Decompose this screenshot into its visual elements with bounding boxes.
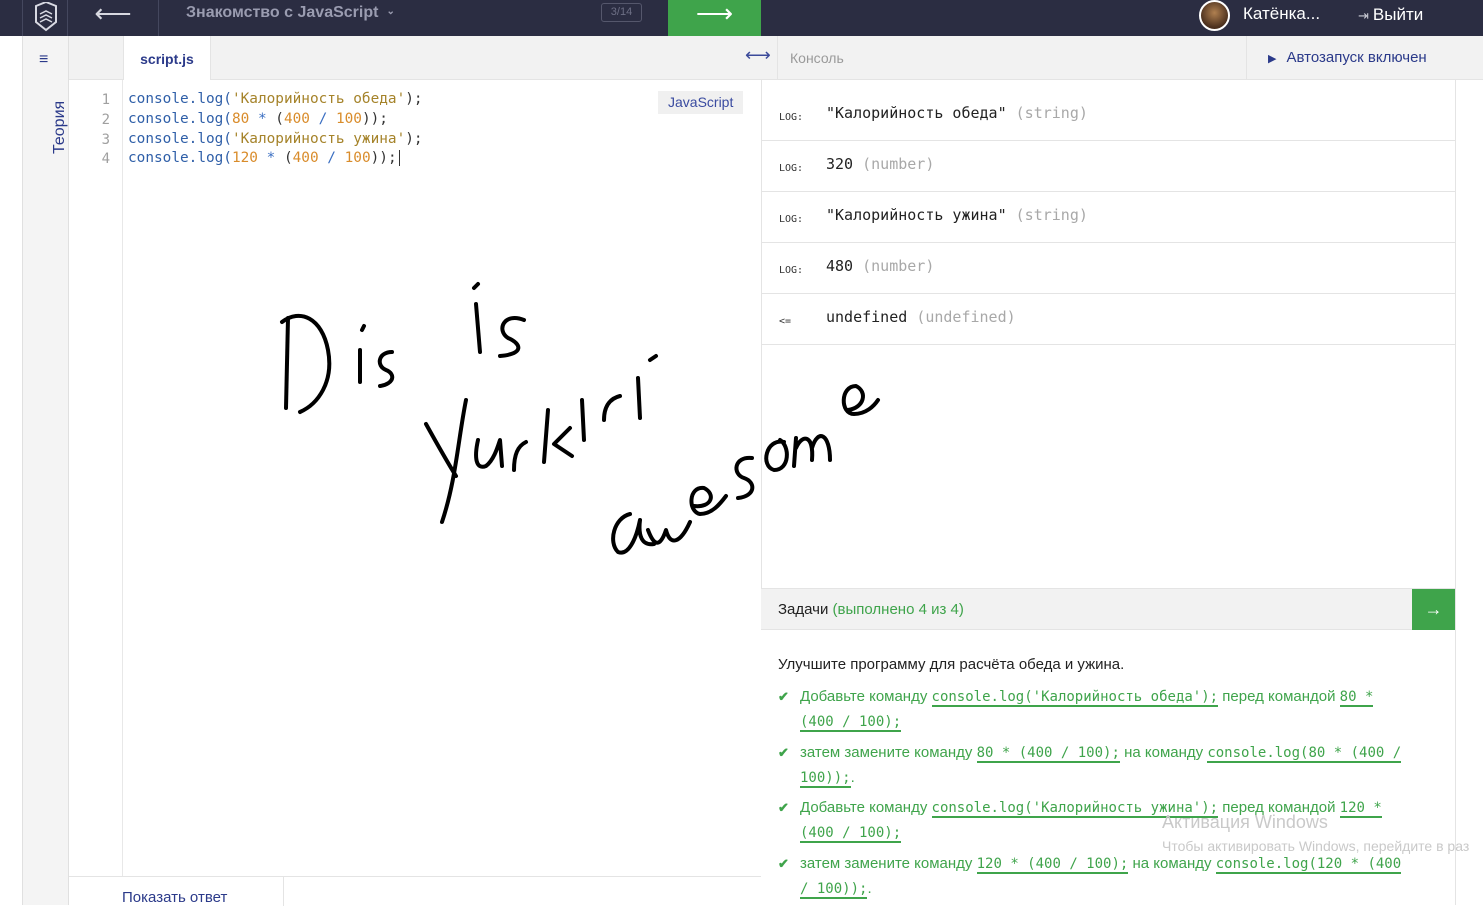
console-output: LOG: "Калорийность обеда" (string) LOG: … [761, 80, 1456, 588]
log-value: undefined (undefined) [826, 308, 1016, 326]
log-value: 320 (number) [826, 155, 935, 173]
autorun-toggle[interactable]: ▶ Автозапуск включен [1246, 36, 1427, 80]
resize-panels-icon[interactable]: ⟷ [745, 45, 775, 66]
log-kind: <= [779, 316, 792, 327]
code-line[interactable]: console.log('Калорийность обеда'); [128, 91, 423, 107]
console-row: LOG: 320 (number) [762, 141, 1456, 192]
log-kind: LOG: [779, 163, 804, 174]
tasks-intro: Улучшите программу для расчёта обеда и у… [778, 656, 1125, 673]
top-bar: ⟵ Знакомство с JavaScript ⌄ 3/14 ⟶ Катёнк… [0, 0, 1483, 36]
arrow-right-icon: → [1424, 599, 1443, 619]
console-row: <= undefined (undefined) [762, 294, 1456, 345]
log-value: 480 (number) [826, 257, 935, 275]
tasks-body: Улучшите программу для расчёта обеда и у… [761, 630, 1455, 905]
watermark-text: Чтобы активировать Windows, перейдите в … [1162, 838, 1470, 854]
logout-label: Выйти [1372, 5, 1424, 24]
avatar [1199, 0, 1230, 31]
log-kind: LOG: [779, 214, 804, 225]
watermark-title: Активация Windows [1162, 812, 1328, 832]
task-item: ✔ затем замените команду 120 * (400 / 10… [778, 852, 1418, 901]
show-answer-button[interactable]: Показать ответ [69, 877, 284, 906]
check-icon: ✔ [778, 745, 789, 760]
tab-script-js[interactable]: script.js [123, 36, 211, 80]
code-line[interactable]: console.log(80 * (400 / 100)); [128, 111, 388, 127]
step-counter: 3/14 [601, 3, 642, 22]
console-row: LOG: "Калорийность ужина" (string) [762, 192, 1456, 243]
autorun-label: Автозапуск включен [1286, 49, 1427, 66]
left-margin [0, 36, 22, 905]
console-row: LOG: "Калорийность обеда" (string) [762, 90, 1456, 141]
divider [777, 36, 778, 80]
play-icon: ▶ [1268, 53, 1277, 65]
editor-tab-bar: script.js [69, 36, 761, 80]
line-number: 4 [101, 151, 110, 167]
language-badge: JavaScript [658, 91, 744, 114]
task-item: ✔ Добавьте команду console.log('Калорийн… [778, 685, 1418, 734]
windows-activation-watermark: Активация Windows Чтобы активировать Win… [1162, 812, 1469, 854]
theory-tab[interactable]: Теория [51, 101, 69, 154]
tasks-progress: (выполнено 4 из 4) [832, 601, 964, 618]
tasks-next-button[interactable]: → [1412, 589, 1455, 630]
next-step-button[interactable]: ⟶ [668, 0, 761, 36]
code-line[interactable]: console.log(120 * (400 / 100)); [128, 150, 400, 166]
code-editor[interactable]: 1 2 3 4 console.log('Калорийность обеда'… [69, 80, 761, 876]
left-rail: ≡ Теория [22, 36, 69, 905]
check-icon: ✔ [778, 689, 789, 704]
logout-button[interactable]: ⇥ Выйти [1358, 5, 1423, 25]
previous-step-button[interactable]: ⟵ [68, 0, 159, 36]
text-cursor [398, 150, 400, 166]
check-icon: ✔ [778, 800, 789, 815]
log-value: "Калорийность обеда" (string) [826, 104, 1088, 122]
menu-icon[interactable]: ≡ [39, 51, 48, 69]
line-numbers: 1 2 3 4 [69, 80, 123, 876]
logo[interactable] [22, 0, 68, 36]
console-header: Консоль ▶ Автозапуск включен [761, 36, 1483, 80]
line-number: 1 [101, 92, 110, 108]
console-title: Консоль [790, 50, 844, 66]
tasks-header: Задачи (выполнено 4 из 4) → [761, 588, 1455, 630]
line-number: 3 [101, 132, 110, 148]
logo-icon [35, 2, 57, 32]
log-kind: LOG: [779, 265, 804, 276]
arrow-right-icon: ⟶ [695, 0, 734, 28]
code-line[interactable]: console.log('Калорийность ужина'); [128, 131, 423, 147]
line-number: 2 [101, 112, 110, 128]
editor-footer: Показать ответ [69, 876, 761, 906]
check-icon: ✔ [778, 856, 789, 871]
log-value: "Калорийность ужина" (string) [826, 206, 1088, 224]
arrow-left-icon: ⟵ [94, 0, 132, 28]
right-scroll-area [1455, 80, 1483, 905]
task-item: ✔ затем замените команду 80 * (400 / 100… [778, 741, 1418, 790]
user-name: Катёнка... [1243, 4, 1321, 23]
console-row: LOG: 480 (number) [762, 243, 1456, 294]
log-kind: LOG: [779, 112, 804, 123]
logout-icon: ⇥ [1358, 8, 1369, 23]
tasks-title: Задачи (выполнено 4 из 4) [778, 601, 964, 618]
course-title: Знакомство с JavaScript [186, 4, 379, 21]
course-title-dropdown[interactable]: Знакомство с JavaScript ⌄ [186, 4, 395, 22]
chevron-down-icon: ⌄ [386, 6, 395, 17]
